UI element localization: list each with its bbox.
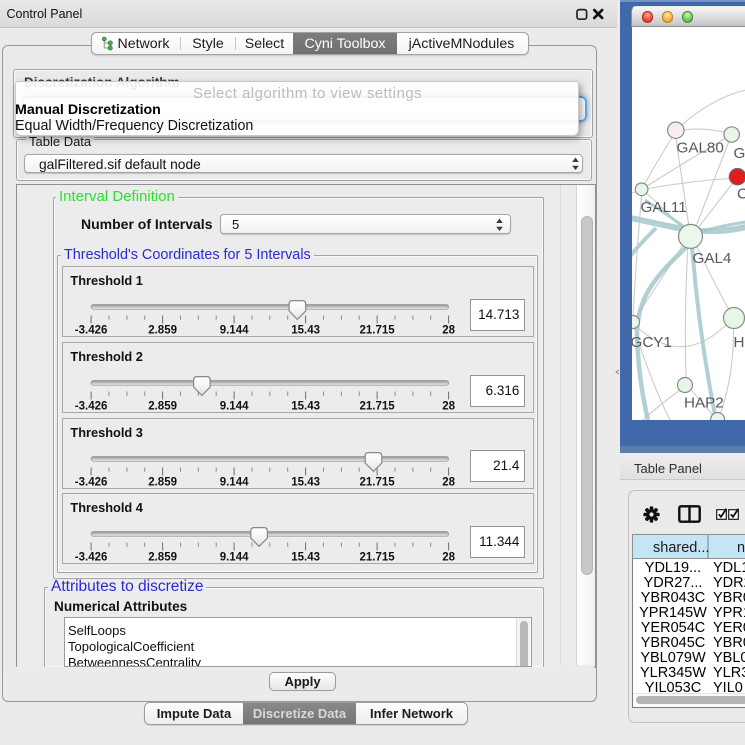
svg-text:21.715: 21.715 bbox=[360, 325, 396, 337]
svg-text:21.715: 21.715 bbox=[360, 552, 396, 564]
svg-text:9.144: 9.144 bbox=[220, 552, 249, 564]
svg-text:9.144: 9.144 bbox=[220, 401, 249, 413]
svg-text:28: 28 bbox=[443, 401, 456, 413]
svg-text:-3.426: -3.426 bbox=[75, 325, 108, 337]
svg-text:21.715: 21.715 bbox=[360, 476, 396, 488]
svg-text:28: 28 bbox=[443, 325, 456, 337]
svg-text:21.715: 21.715 bbox=[360, 401, 396, 413]
svg-text:15.43: 15.43 bbox=[292, 476, 321, 488]
svg-text:15.43: 15.43 bbox=[292, 325, 321, 337]
svg-text:GCY1: GCY1 bbox=[632, 334, 672, 351]
svg-text:15.43: 15.43 bbox=[292, 401, 321, 413]
svg-text:G.: G. bbox=[734, 145, 745, 162]
svg-text:2.859: 2.859 bbox=[149, 476, 178, 488]
svg-text:HI: HI bbox=[734, 334, 745, 351]
svg-text:GAL4: GAL4 bbox=[693, 250, 732, 267]
svg-text:28: 28 bbox=[443, 476, 456, 488]
svg-text:9.144: 9.144 bbox=[220, 325, 249, 337]
svg-text:-3.426: -3.426 bbox=[75, 401, 108, 413]
svg-text:2.859: 2.859 bbox=[149, 401, 178, 413]
svg-text:9.144: 9.144 bbox=[220, 476, 249, 488]
svg-text:2.859: 2.859 bbox=[149, 552, 178, 564]
svg-text:GAL11: GAL11 bbox=[641, 199, 687, 216]
svg-text:C: C bbox=[737, 186, 745, 203]
svg-text:15.43: 15.43 bbox=[292, 552, 321, 564]
svg-text:-3.426: -3.426 bbox=[75, 552, 108, 564]
svg-text:-3.426: -3.426 bbox=[75, 476, 108, 488]
svg-text:GAL80: GAL80 bbox=[677, 140, 724, 157]
svg-text:HAP2: HAP2 bbox=[684, 395, 724, 412]
svg-text:2.859: 2.859 bbox=[149, 325, 178, 337]
svg-text:28: 28 bbox=[443, 552, 456, 564]
